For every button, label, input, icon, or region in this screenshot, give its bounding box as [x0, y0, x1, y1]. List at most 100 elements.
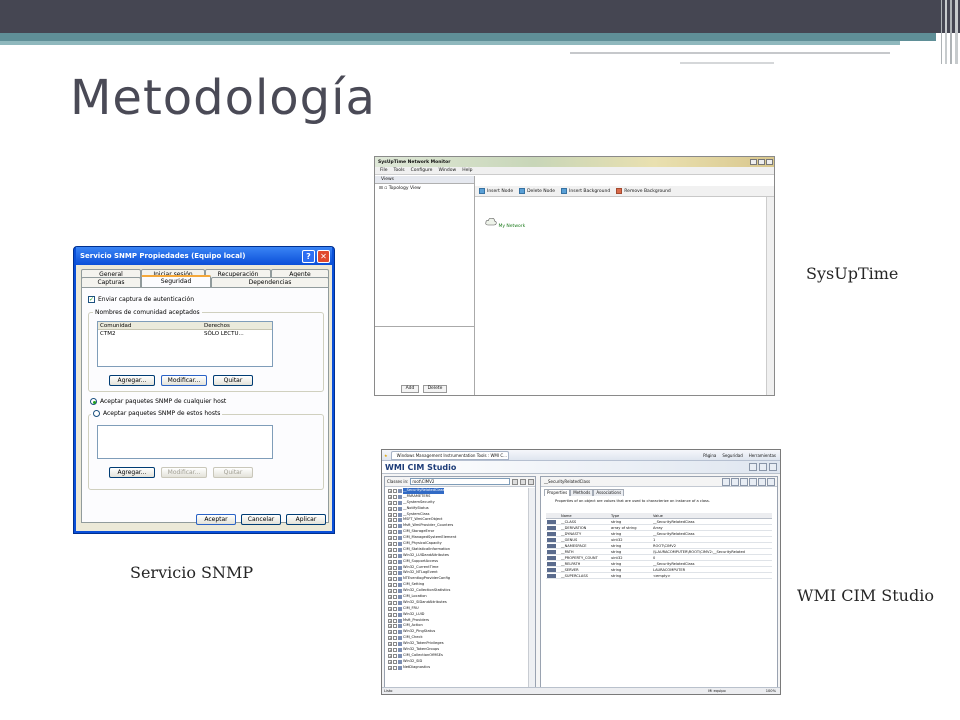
tab-seguridad[interactable]: Seguridad	[141, 275, 211, 287]
help-button[interactable]: ?	[302, 249, 315, 263]
expand-icon[interactable]: +	[388, 630, 392, 635]
column-header-comunidad[interactable]: Comunidad	[98, 322, 202, 329]
delete-button[interactable]: Delete	[423, 385, 447, 393]
expand-icon[interactable]: +	[388, 624, 392, 629]
canvas-scrollbar[interactable]	[766, 197, 774, 395]
expand-icon[interactable]: +	[388, 589, 392, 594]
ie-security-menu[interactable]: Seguridad	[722, 453, 742, 458]
refresh-icon[interactable]	[758, 477, 766, 486]
column-header-derechos[interactable]: Derechos	[202, 322, 272, 329]
expand-icon[interactable]: +	[388, 612, 392, 617]
insert-node-button[interactable]: Insert Node	[479, 188, 513, 194]
search-class-icon[interactable]	[520, 478, 527, 485]
expand-icon[interactable]: +	[388, 488, 392, 493]
close-button[interactable]: ✕	[317, 249, 330, 263]
expand-icon[interactable]: +	[388, 653, 392, 658]
tab-properties[interactable]: Properties	[544, 489, 571, 496]
checkbox-icon[interactable]	[393, 577, 397, 582]
menu-window[interactable]: Window	[438, 168, 456, 173]
checkbox-icon[interactable]	[393, 589, 397, 594]
delete-class-icon[interactable]	[528, 478, 535, 485]
checkbox-icon[interactable]	[393, 512, 397, 517]
expand-icon[interactable]: +	[388, 577, 392, 582]
expand-icon[interactable]: +	[388, 583, 392, 588]
tab-associations[interactable]: Associations	[593, 489, 625, 496]
checkbox-icon[interactable]	[393, 630, 397, 635]
class-tree-scrollbar[interactable]	[528, 488, 535, 688]
expand-icon[interactable]: +	[388, 559, 392, 564]
expand-icon[interactable]: +	[388, 665, 392, 670]
tree-item-topology-view[interactable]: ⊟ ▫ Topology View	[379, 186, 421, 191]
apply-button[interactable]: Aplicar	[286, 514, 326, 525]
properties-grid[interactable]: Name Type Value __CLASS string __SecurityR…	[546, 513, 772, 579]
network-node[interactable]: My Network	[485, 217, 525, 229]
cancel-button[interactable]: Cancelar	[241, 514, 281, 525]
expand-icon[interactable]: +	[388, 600, 392, 605]
checkbox-icon[interactable]	[393, 565, 397, 570]
expand-icon[interactable]: +	[388, 506, 392, 511]
remove-host-button[interactable]: Quitar	[213, 467, 253, 478]
checkbox-icon[interactable]	[393, 536, 397, 541]
tab-capturas[interactable]: Capturas	[81, 277, 141, 287]
remove-background-button[interactable]: Remove Background	[616, 188, 671, 194]
topology-canvas[interactable]: My Network	[475, 197, 767, 395]
modify-host-button[interactable]: Modificar...	[161, 467, 207, 478]
modify-community-button[interactable]: Modificar...	[161, 375, 207, 386]
checkbox-icon[interactable]	[393, 653, 397, 658]
delete-property-icon[interactable]	[740, 477, 748, 486]
namespace-select[interactable]: root\CIMV2	[410, 478, 511, 485]
expand-icon[interactable]: +	[388, 659, 392, 664]
checkbox-icon[interactable]	[393, 594, 397, 599]
expand-icon[interactable]: +	[388, 524, 392, 529]
help-icon[interactable]	[759, 463, 767, 471]
menu-help[interactable]: Help	[462, 168, 472, 173]
checkbox-icon[interactable]	[393, 541, 397, 546]
any-host-radio[interactable]: Aceptar paquetes SNMP de cualquier host	[90, 398, 226, 405]
remove-community-button[interactable]: Quitar	[213, 375, 253, 386]
checkbox-icon[interactable]	[393, 506, 397, 511]
ie-tools-menu[interactable]: Herramientas	[749, 453, 776, 458]
save-icon[interactable]	[749, 477, 757, 486]
checkbox-icon[interactable]	[393, 600, 397, 605]
expand-icon[interactable]: +	[388, 536, 392, 541]
checkbox-icon[interactable]	[393, 559, 397, 564]
about-icon[interactable]	[769, 463, 777, 471]
menu-configure[interactable]: Configure	[411, 168, 433, 173]
column-header-name[interactable]: Name	[560, 513, 610, 518]
add-button[interactable]: Add	[401, 385, 419, 393]
expand-icon[interactable]: +	[388, 647, 392, 652]
checkbox-icon[interactable]	[393, 612, 397, 617]
expand-icon[interactable]: +	[388, 494, 392, 499]
ie-tab[interactable]: Windows Management Instrumentation Tools…	[390, 450, 509, 460]
expand-icon[interactable]: +	[388, 547, 392, 552]
expand-icon[interactable]: +	[388, 500, 392, 505]
favorites-star-icon[interactable]: ★	[384, 453, 388, 458]
checkbox-icon[interactable]	[393, 624, 397, 629]
expand-icon[interactable]: +	[388, 530, 392, 535]
expand-icon[interactable]: +	[388, 565, 392, 570]
menu-file[interactable]: File	[380, 168, 388, 173]
tab-dependencias[interactable]: Dependencias	[211, 277, 329, 287]
help-icon[interactable]	[767, 477, 775, 486]
class-tree-item[interactable]: + NetDiagnostics	[385, 665, 529, 671]
minimize-button[interactable]	[750, 159, 757, 165]
expand-icon[interactable]: +	[388, 594, 392, 599]
close-button[interactable]	[766, 159, 773, 165]
checkbox-icon[interactable]	[393, 488, 397, 493]
expand-icon[interactable]: +	[388, 553, 392, 558]
expand-icon[interactable]: +	[388, 618, 392, 623]
class-tree[interactable]: + __SecurityRelatedClass + __PARAMETERS + __S…	[385, 488, 529, 688]
add-property-icon[interactable]	[731, 477, 739, 486]
checkbox-icon[interactable]	[393, 524, 397, 529]
table-row[interactable]: __SUPERCLASS string <empty>	[546, 573, 772, 579]
list-item[interactable]: CTM2 SÓLO LECTU...	[98, 330, 272, 338]
expand-icon[interactable]: +	[388, 642, 392, 647]
checkbox-icon[interactable]	[393, 553, 397, 558]
checkbox-icon[interactable]	[393, 665, 397, 670]
browse-namespace-icon[interactable]	[512, 478, 519, 485]
maximize-button[interactable]	[758, 159, 765, 165]
checkbox-icon[interactable]	[393, 606, 397, 611]
column-header-value[interactable]: Value	[652, 513, 772, 518]
expand-icon[interactable]: +	[388, 606, 392, 611]
view-instances-icon[interactable]	[722, 477, 730, 486]
